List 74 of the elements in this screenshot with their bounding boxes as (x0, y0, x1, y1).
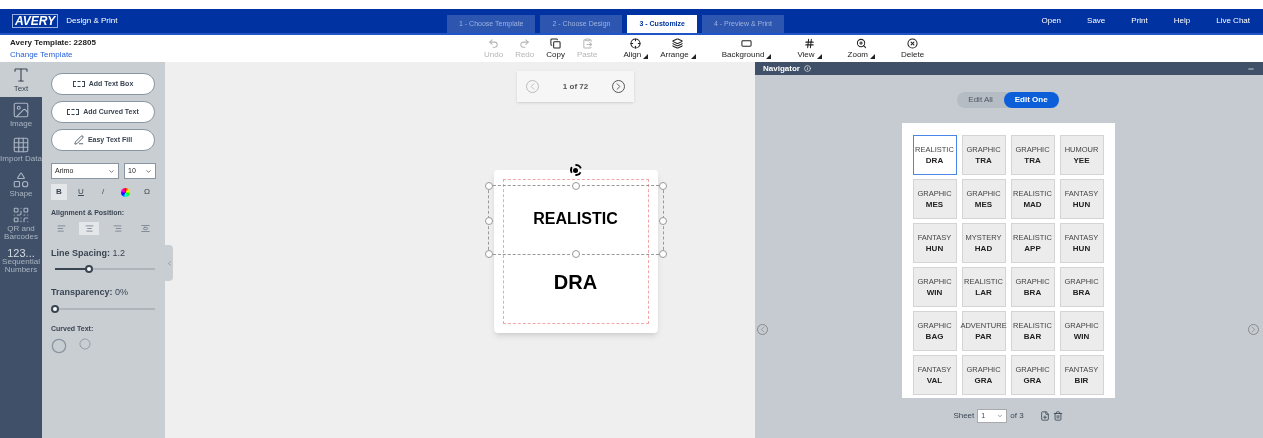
sheet-total: of 3 (1010, 410, 1024, 422)
resize-handle[interactable] (484, 182, 493, 190)
rail-item[interactable]: Shape (0, 167, 42, 202)
info-icon[interactable] (803, 65, 811, 72)
zoom-in-icon (855, 38, 867, 49)
slider-label: Line Spacing: 1.2 (51, 246, 127, 260)
template-title: Avery Template: 22805 (10, 36, 97, 49)
copy-icon (550, 38, 562, 49)
sheet-label: Sheet (953, 410, 975, 422)
chevron-left-icon (165, 259, 173, 267)
app-name: Design & Print (66, 15, 118, 27)
add-sheet-icon[interactable] (1039, 411, 1050, 421)
rail-item[interactable]: QR and Barcodes (0, 202, 42, 245)
toolbar-button[interactable]: Delete (899, 38, 927, 59)
rail-item[interactable]: Import Data (0, 132, 42, 167)
redo-icon (519, 38, 531, 49)
logo[interactable]: AVERY (12, 14, 59, 28)
position-icon (140, 223, 150, 233)
menu-link[interactable]: Print (1131, 15, 1148, 27)
menu-link[interactable]: Save (1087, 15, 1106, 27)
crosshair-icon (630, 38, 642, 49)
menu-link[interactable]: Open (1041, 15, 1062, 27)
shapes-icon (12, 171, 30, 189)
format-button[interactable]: B (51, 184, 67, 200)
slider-label: Transparency: 0% (51, 286, 130, 299)
rail-item[interactable]: Text (0, 62, 42, 97)
align-left-icon (56, 223, 66, 233)
resize-handle[interactable] (571, 250, 580, 258)
slider-thumb[interactable] (51, 304, 59, 313)
toolbar-button[interactable]: Copy (544, 38, 567, 59)
image-icon (12, 101, 30, 119)
resize-handle[interactable] (571, 182, 580, 190)
rectangle-icon (741, 38, 752, 49)
label-text[interactable]: DRA (553, 267, 598, 297)
chevron-down-icon (145, 167, 152, 175)
change-template-link[interactable]: Change Template (10, 48, 480, 61)
rotate-handle[interactable] (569, 164, 582, 176)
paste-icon (581, 38, 593, 49)
collapse-handle[interactable] (165, 245, 173, 281)
layers-icon (672, 38, 684, 49)
chevron-down-icon (997, 413, 1004, 419)
text-fill-icon (73, 135, 84, 145)
qr-code-icon (12, 206, 30, 224)
format-button[interactable]: Ω (139, 184, 155, 200)
text-box-icon (72, 81, 85, 87)
resize-handle[interactable] (484, 217, 493, 225)
resize-handle[interactable] (658, 250, 667, 258)
slider-thumb[interactable] (85, 265, 93, 273)
delete-icon[interactable] (1052, 411, 1063, 421)
align-center-icon (84, 223, 94, 233)
menu-link[interactable]: Help (1173, 15, 1191, 27)
delete-icon (907, 38, 919, 49)
alignment-button[interactable] (79, 221, 99, 235)
rail-item[interactable]: Image (0, 97, 42, 132)
label-text[interactable]: REALISTIC (533, 207, 618, 231)
resize-handle[interactable] (658, 182, 667, 190)
align-right-icon (112, 223, 122, 233)
navigator-title: Navigator (763, 62, 800, 75)
grid-icon (803, 38, 815, 49)
text-icon (12, 66, 30, 84)
resize-handle[interactable] (658, 217, 667, 225)
page-counter: 1 of 72 (562, 80, 589, 93)
resize-handle[interactable] (484, 250, 493, 258)
rail-item[interactable]: 123... Sequential Numbers (0, 245, 42, 278)
table-icon (12, 136, 30, 154)
circle-icon[interactable] (51, 338, 67, 354)
mode-button[interactable]: Edit All (957, 92, 1004, 108)
format-button[interactable]: U (73, 184, 89, 200)
undo-icon (488, 38, 500, 49)
color-wheel-icon (120, 187, 130, 197)
menu-link[interactable]: Live Chat (1216, 15, 1250, 27)
chevron-down-icon (108, 167, 115, 175)
format-button[interactable]: / (95, 184, 111, 200)
mode-button[interactable]: Edit One (1003, 92, 1059, 108)
